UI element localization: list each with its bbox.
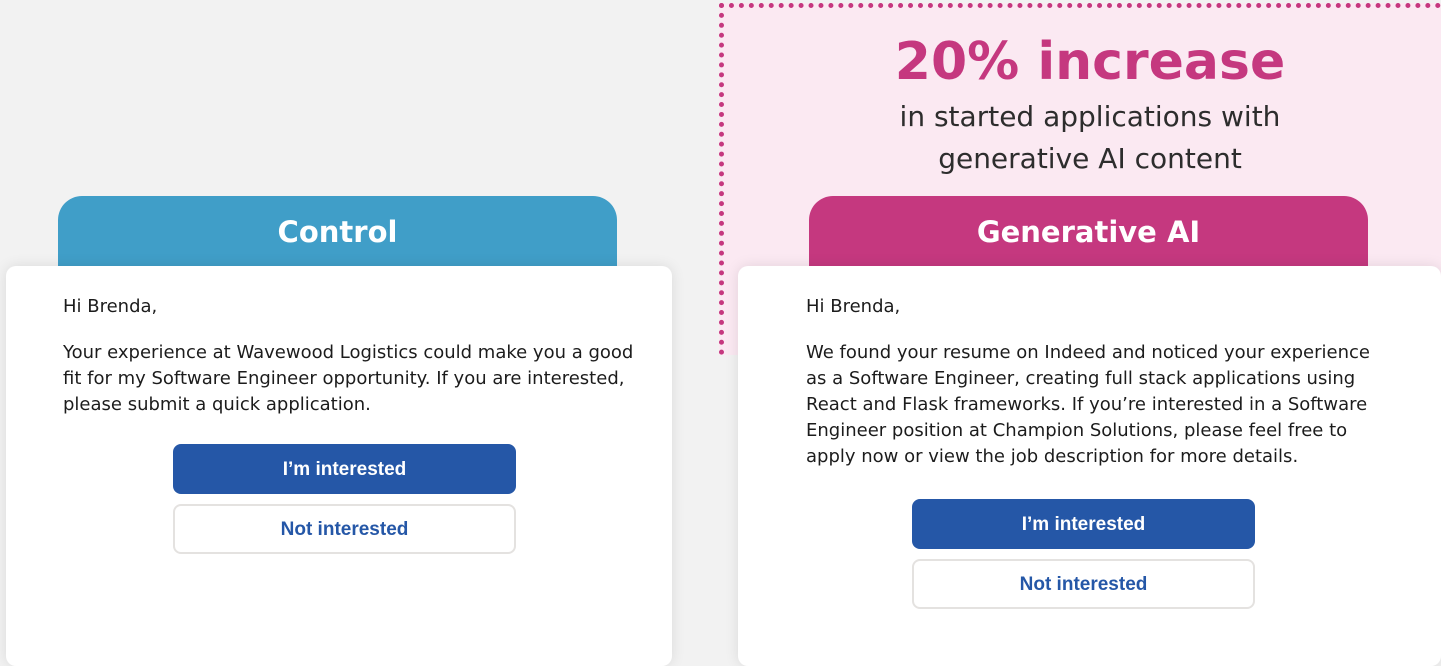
generative-ai-message-card: Hi Brenda, We found your resume on Indee… [738, 266, 1441, 666]
generative-ai-message-body: We found your resume on Indeed and notic… [806, 340, 1401, 470]
generative-ai-message-line: Engineer position at Champion Solutions,… [806, 420, 1348, 441]
generative-ai-greeting: Hi Brenda, [806, 296, 901, 317]
generative-ai-interested-button[interactable]: I’m interested [912, 499, 1255, 549]
control-message-card: Hi Brenda, Your experience at Wavewood L… [6, 266, 672, 666]
result-subline-line-2: generative AI content [938, 142, 1242, 175]
control-not-interested-button[interactable]: Not interested [173, 504, 516, 554]
control-message-line: please submit a quick application. [63, 394, 371, 415]
result-headline: 20% increase [894, 32, 1286, 92]
control-message-body: Your experience at Wavewood Logistics co… [63, 340, 642, 418]
control-interested-button[interactable]: I’m interested [173, 444, 516, 494]
generative-ai-message-line: apply now or view the job description fo… [806, 446, 1299, 467]
generative-ai-message-line: React and Flask frameworks. If you’re in… [806, 394, 1368, 415]
generative-ai-message-line: We found your resume on Indeed and notic… [806, 342, 1370, 363]
control-message-line: fit for my Software Engineer opportunity… [63, 368, 625, 389]
control-message-line: Your experience at Wavewood Logistics co… [63, 342, 634, 363]
result-subline: in started applications with generative … [752, 96, 1428, 180]
control-greeting: Hi Brenda, [63, 296, 158, 317]
result-subline-line-1: in started applications with [899, 100, 1281, 133]
generative-ai-not-interested-button[interactable]: Not interested [912, 559, 1255, 609]
generative-ai-message-line: as a Software Engineer, creating full st… [806, 368, 1356, 389]
